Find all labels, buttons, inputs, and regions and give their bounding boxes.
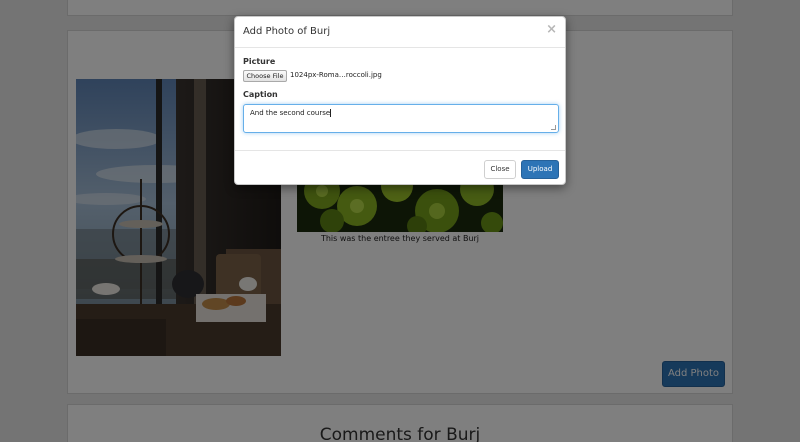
close-icon[interactable]: × (546, 22, 557, 37)
choose-file-button[interactable]: Choose File (243, 70, 287, 82)
caption-textarea[interactable]: And the second course (243, 104, 559, 133)
modal-footer: Close Upload (235, 150, 565, 186)
caption-label: Caption (243, 90, 278, 99)
selected-file-name: 1024px-Roma…roccoli.jpg (290, 71, 382, 79)
add-photo-modal: Add Photo of Burj × Picture Choose File … (234, 16, 566, 185)
modal-header: Add Photo of Burj × (235, 17, 565, 48)
modal-title: Add Photo of Burj (243, 26, 331, 37)
text-caret (330, 109, 332, 117)
close-button[interactable]: Close (484, 160, 516, 179)
caption-text: And the second course (250, 109, 331, 117)
resize-grip-icon[interactable] (551, 125, 556, 130)
upload-button[interactable]: Upload (521, 160, 559, 179)
picture-label: Picture (243, 57, 276, 66)
